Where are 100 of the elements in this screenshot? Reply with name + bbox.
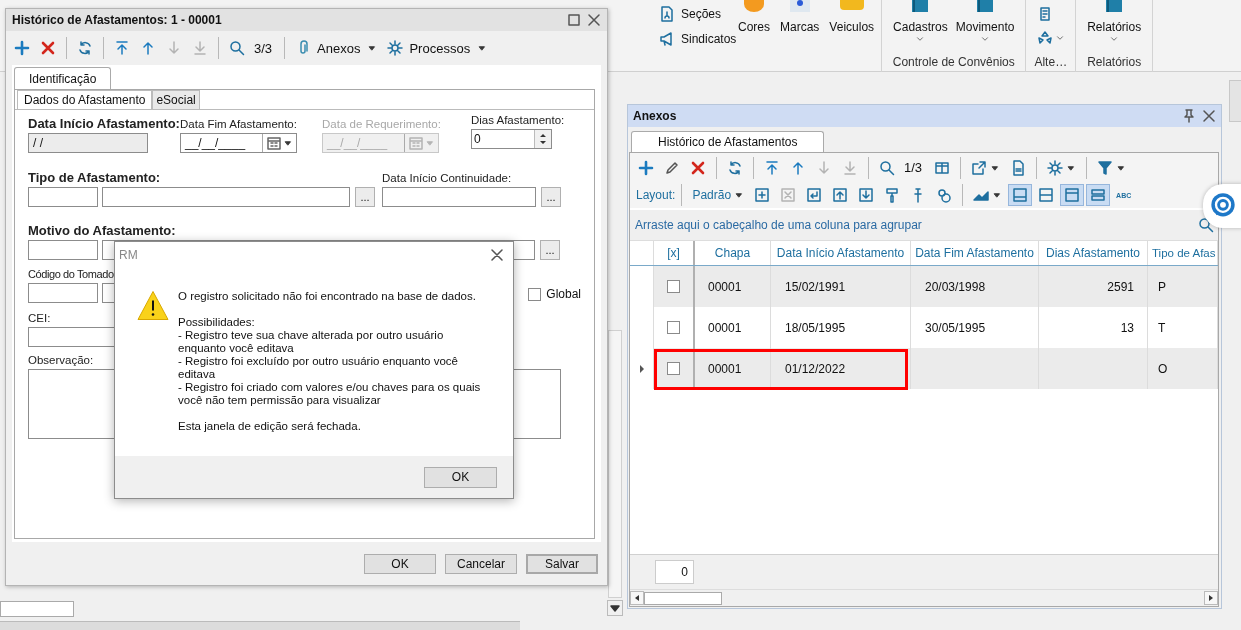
column-header[interactable]: Data Fim Afastamento [911,241,1039,265]
ribbon-button[interactable]: Marcas [777,0,823,50]
arrow-up-icon [140,40,156,56]
toolbar-button[interactable]: Anexos [291,37,382,59]
field-label: Dias Afastamento: [470,113,565,127]
message-text: - Registro teve sua chave alterada por outro usuário enquanto você editava [178,329,445,355]
ribbon-button[interactable]: Veiculos [826,0,878,50]
column-header[interactable]: Tipo de Afas [1148,241,1218,265]
caret-icon [734,190,745,200]
document-icon [1010,159,1027,176]
tab[interactable]: Histórico de Afastamentos [631,131,825,152]
caret-icon [283,138,293,148]
message-text: - Registro foi excluído por outro usuário enquanto você editava [178,355,459,381]
close-button[interactable] [587,13,601,27]
chat-button[interactable] [1203,184,1241,228]
lookup-button[interactable]: ... [540,240,560,260]
date-field[interactable] [382,187,536,207]
input-field[interactable] [0,601,74,617]
ribbon-group-label: Alte… [1034,55,1068,69]
maximize-button[interactable] [567,13,581,27]
window-title: Histórico de Afastamentos: 1 - 00001 [12,13,222,27]
number-field[interactable]: 0 [470,129,552,149]
group-hint: Arraste aqui o cabeçalho de uma coluna para agrupar [635,218,922,232]
date-field[interactable]: / / [28,133,148,153]
field-label: Observação: [28,353,94,367]
circles-icon [936,187,953,203]
arrow-to-top-icon [764,159,780,176]
scroll-left-button[interactable] [630,591,644,605]
code-field[interactable] [28,187,98,207]
recycle-icon [1036,30,1053,46]
ok-button[interactable]: OK [424,466,497,488]
dialog-button[interactable]: Cancelar [445,554,517,574]
plus-icon [638,159,654,176]
table-cell: 2591 [1039,266,1148,307]
table-cell: 01/12/2022 [771,348,911,389]
ribbon-button[interactable]: Movimento [952,0,1018,50]
field-label: Data de Requerimento: [322,117,441,131]
dialog-button[interactable]: OK [364,554,436,574]
tab[interactable]: Dados do Afastamento [17,90,153,109]
code-field[interactable] [28,283,98,303]
chevron-down-icon [1054,33,1065,43]
toolbar-button[interactable] [1008,184,1033,206]
dialog-button[interactable]: Salvar [526,554,598,574]
field-label: Código do Tomado [28,267,114,281]
scroll-right-button[interactable] [607,600,623,616]
checkbox[interactable] [667,280,680,293]
description-field[interactable] [102,187,350,207]
horizontal-scrollbar[interactable] [630,589,1218,606]
refresh-icon [727,159,743,176]
ribbon-button[interactable]: Cores [735,0,773,50]
toolbar-button[interactable]: Processos [383,37,492,59]
checkbox[interactable] [528,287,542,301]
field-label: Data Início Continuidade: [382,171,512,185]
chevron-down-icon [1109,34,1120,44]
panel-title: Anexos [633,109,677,123]
close-button[interactable] [1202,109,1216,123]
two-bars-icon [1090,187,1107,203]
ribbon-button[interactable]: Seções [655,4,735,24]
table-row[interactable]: 00001 15/02/1991 20/03/1998 2591 P [630,266,1218,307]
pin-button[interactable] [1182,109,1196,123]
column-header[interactable]: Chapa [695,241,771,265]
layout-dropdown[interactable]: Padrão [688,184,749,206]
message-text: - Registro foi criado com valores e/ou chaves para os quais você não tem permissão para visualizar [178,381,482,407]
toolbar-button[interactable] [1060,184,1085,206]
scroll-right-button[interactable] [1204,591,1218,605]
message-text: Possibilidades: [178,316,256,329]
table-row[interactable]: 00001 01/12/2022 O [630,348,1218,389]
ribbon-button[interactable]: Relatórios [1084,0,1145,50]
toolbar-button[interactable] [1086,184,1111,206]
plus-icon [14,40,30,56]
footer-panel-icon [1012,187,1029,203]
field-label: Data Fim Afastamento: [180,117,297,131]
table-cell: 20/03/1998 [911,266,1039,307]
code-field[interactable] [28,240,98,260]
global-checkbox[interactable]: Global [528,287,581,303]
table-cell: O [1148,348,1218,389]
arrow-down-icon [166,40,182,56]
close-icon [489,247,505,263]
tab[interactable]: Identificação [14,67,112,89]
arrow-to-top-icon [114,40,130,56]
lookup-button[interactable]: ... [541,187,561,207]
recycle-button[interactable] [1036,30,1065,46]
lookup-button[interactable]: ... [355,187,375,207]
scroll-thumb[interactable] [644,591,722,605]
car-icon [837,0,866,12]
ribbon-button[interactable]: Cadastros [890,0,951,50]
message-text: O registro solicitado não foi encontrado na base de dados. [178,290,477,303]
column-header[interactable]: Data Início Afastamento [771,241,911,265]
tab[interactable]: eSocial [152,90,200,109]
ribbon-button[interactable]: Sindicatos [655,29,735,49]
checkbox[interactable] [667,362,680,375]
calendar-icon [408,135,424,151]
vertical-scrollbar[interactable] [608,330,622,598]
close-button[interactable] [489,247,505,263]
date-field[interactable]: __/__/____ [180,133,297,153]
megaphone-icon [659,31,675,47]
close-icon [586,12,602,28]
record-counter: 3/3 [253,40,274,56]
column-header[interactable]: Dias Afastamento [1039,241,1148,265]
checkbox[interactable] [667,321,680,334]
